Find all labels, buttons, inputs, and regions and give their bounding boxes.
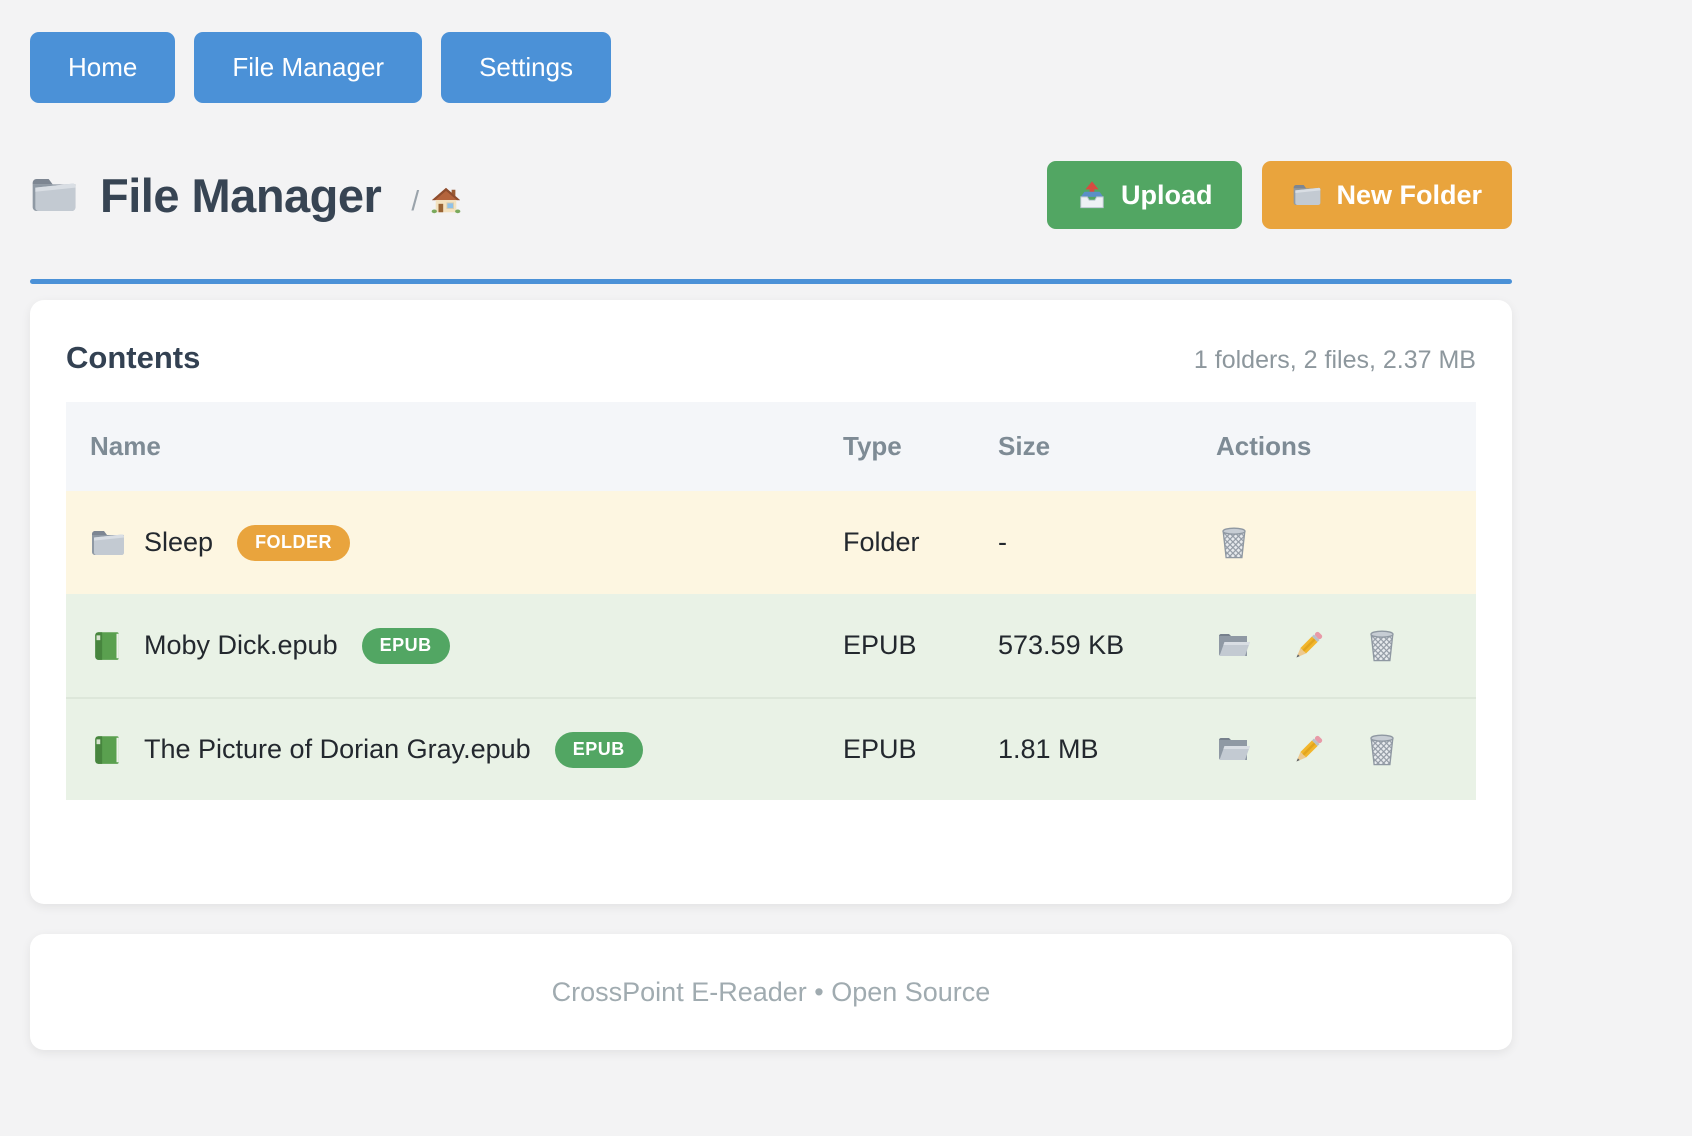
file-name: The Picture of Dorian Gray.epub bbox=[144, 734, 531, 765]
page: Home File Manager Settings File Manager … bbox=[0, 0, 1542, 1050]
table-row-epub: Moby Dick.epub EPUB EPUB 573.59 KB bbox=[66, 594, 1476, 697]
delete-action[interactable] bbox=[1364, 732, 1400, 768]
file-size: 573.59 KB bbox=[974, 630, 1192, 661]
top-nav: Home File Manager Settings bbox=[30, 32, 1512, 103]
breadcrumb: / bbox=[411, 173, 461, 217]
nav-file-manager-button[interactable]: File Manager bbox=[194, 32, 422, 103]
open-folder-icon bbox=[1216, 628, 1252, 664]
table-row-folder: Sleep FOLDER Folder - bbox=[66, 491, 1476, 594]
folder-badge: FOLDER bbox=[237, 525, 350, 561]
upload-button-label: Upload bbox=[1121, 180, 1213, 211]
file-name-cell[interactable]: Sleep FOLDER bbox=[66, 525, 819, 561]
epub-badge: EPUB bbox=[362, 628, 450, 664]
upload-button[interactable]: Upload bbox=[1047, 161, 1243, 229]
delete-action[interactable] bbox=[1364, 628, 1400, 664]
file-name-cell[interactable]: Moby Dick.epub EPUB bbox=[66, 628, 819, 664]
column-header-type: Type bbox=[819, 402, 974, 491]
epub-badge: EPUB bbox=[555, 732, 643, 768]
pencil-icon bbox=[1290, 628, 1326, 664]
delete-action[interactable] bbox=[1216, 525, 1252, 561]
table-header-row: Name Type Size Actions bbox=[66, 402, 1476, 491]
file-type: Folder bbox=[819, 527, 974, 558]
footer-card: CrossPoint E-Reader • Open Source bbox=[30, 934, 1512, 1050]
folder-icon bbox=[30, 173, 78, 217]
new-folder-button-label: New Folder bbox=[1336, 180, 1482, 211]
contents-card-header: Contents 1 folders, 2 files, 2.37 MB bbox=[66, 340, 1476, 376]
contents-summary: 1 folders, 2 files, 2.37 MB bbox=[1194, 346, 1476, 375]
rename-action[interactable] bbox=[1290, 732, 1326, 768]
file-size: 1.81 MB bbox=[974, 734, 1192, 765]
actions-cell bbox=[1192, 732, 1476, 768]
page-header: File Manager / Upload New Folder bbox=[30, 161, 1512, 229]
footer-text: CrossPoint E-Reader • Open Source bbox=[552, 977, 991, 1008]
header-divider bbox=[30, 279, 1512, 284]
file-size: - bbox=[974, 527, 1192, 558]
file-name-cell[interactable]: The Picture of Dorian Gray.epub EPUB bbox=[66, 732, 819, 768]
green-book-icon bbox=[90, 629, 126, 663]
file-name: Sleep bbox=[144, 527, 213, 558]
contents-card: Contents 1 folders, 2 files, 2.37 MB Nam… bbox=[30, 300, 1512, 904]
pencil-icon bbox=[1290, 732, 1326, 768]
header-actions: Upload New Folder bbox=[1047, 161, 1512, 229]
column-header-actions: Actions bbox=[1192, 402, 1476, 491]
open-action[interactable] bbox=[1216, 732, 1252, 768]
actions-cell bbox=[1192, 628, 1476, 664]
open-folder-icon bbox=[1216, 732, 1252, 768]
trash-icon bbox=[1216, 525, 1252, 561]
contents-heading: Contents bbox=[66, 340, 200, 376]
nav-settings-button[interactable]: Settings bbox=[441, 32, 611, 103]
page-title: File Manager bbox=[100, 168, 381, 223]
rename-action[interactable] bbox=[1290, 628, 1326, 664]
trash-icon bbox=[1364, 628, 1400, 664]
folder-icon bbox=[1292, 180, 1322, 210]
actions-cell bbox=[1192, 525, 1476, 561]
new-folder-button[interactable]: New Folder bbox=[1262, 161, 1512, 229]
file-type: EPUB bbox=[819, 630, 974, 661]
file-table: Name Type Size Actions Sleep FOLDER Fold… bbox=[66, 402, 1476, 800]
column-header-size: Size bbox=[974, 402, 1192, 491]
title-wrap: File Manager bbox=[30, 168, 381, 223]
folder-icon bbox=[90, 526, 126, 560]
table-row-epub: The Picture of Dorian Gray.epub EPUB EPU… bbox=[66, 697, 1476, 800]
green-book-icon bbox=[90, 733, 126, 767]
file-name: Moby Dick.epub bbox=[144, 630, 338, 661]
open-action[interactable] bbox=[1216, 628, 1252, 664]
house-icon[interactable] bbox=[431, 186, 461, 216]
breadcrumb-separator: / bbox=[411, 185, 419, 217]
file-type: EPUB bbox=[819, 734, 974, 765]
trash-icon bbox=[1364, 732, 1400, 768]
nav-home-button[interactable]: Home bbox=[30, 32, 175, 103]
column-header-name: Name bbox=[66, 402, 819, 491]
upload-tray-icon bbox=[1077, 180, 1107, 210]
